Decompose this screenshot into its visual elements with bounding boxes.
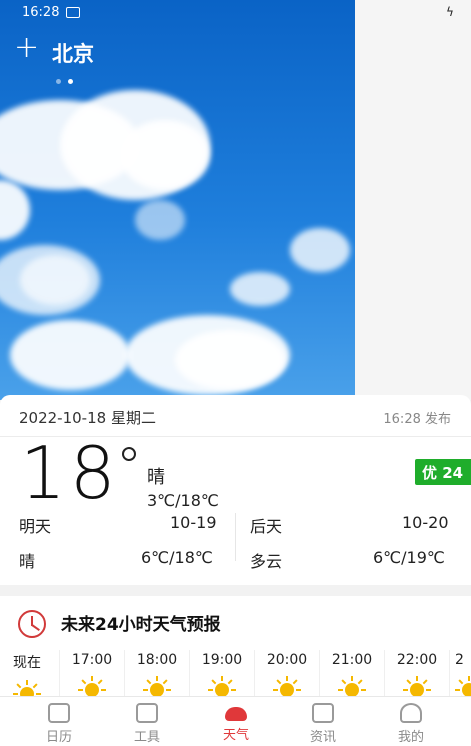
hour-separator <box>449 650 450 696</box>
aqi-badge[interactable]: 优 24 <box>415 459 471 485</box>
adjacent-page-preview <box>355 0 471 400</box>
hour-label: 2 <box>455 652 464 668</box>
temperature-range: 3℃/18℃ <box>147 491 219 510</box>
degree-symbol <box>122 447 136 461</box>
nav-profile[interactable]: 我的 <box>364 697 458 746</box>
hour-label: 现在 <box>13 655 41 671</box>
nav-label: 工具 <box>133 730 160 745</box>
news-icon <box>312 703 334 723</box>
nav-label: 天气 <box>222 728 249 743</box>
status-bar: 16:28 ϟ <box>0 0 471 26</box>
nav-weather[interactable]: 天气 <box>189 697 283 746</box>
publish-time: 16:28 发布 <box>383 412 451 427</box>
page-indicator <box>56 69 80 88</box>
current-condition: 晴 <box>147 467 165 488</box>
nav-label: 我的 <box>397 730 424 745</box>
hour-separator <box>384 650 385 696</box>
day-after-condition: 多云 <box>250 552 283 571</box>
hour-separator <box>124 650 125 696</box>
nav-label: 资讯 <box>309 730 336 745</box>
bottom-navigation: 日历 工具 天气 资讯 我的 <box>0 696 471 746</box>
current-temperature: 18 <box>20 431 120 515</box>
tomorrow-condition: 晴 <box>19 552 36 571</box>
hour-label: 21:00 <box>331 652 373 668</box>
tomorrow-label: 明天 <box>19 517 52 536</box>
forecast-separator <box>235 513 236 561</box>
page-dot-active <box>68 79 73 84</box>
nav-calendar[interactable]: 日历 <box>12 697 106 746</box>
profile-icon <box>400 703 422 723</box>
hour-separator <box>254 650 255 696</box>
tomorrow-date: 10-19 <box>170 513 217 532</box>
hour-label: 22:00 <box>396 652 438 668</box>
hour-label: 18:00 <box>136 652 178 668</box>
cloud-icon <box>225 707 247 721</box>
hour-separator <box>189 650 190 696</box>
day-after-range: 6℃/19℃ <box>373 548 445 567</box>
hour-separator <box>319 650 320 696</box>
hour-label: 19:00 <box>201 652 243 668</box>
add-city-button[interactable]: + <box>14 33 39 63</box>
day-after-date: 10-20 <box>402 513 449 532</box>
hour-label: 20:00 <box>266 652 308 668</box>
weather-date: 2022-10-18 星期二 <box>19 409 156 427</box>
weather-card: 2022-10-18 星期二 16:28 发布 18 晴 3℃/18℃ 优 24… <box>0 395 471 585</box>
page-dot <box>56 79 61 84</box>
nav-news[interactable]: 资讯 <box>276 697 370 746</box>
toolbox-icon <box>136 703 158 723</box>
tomorrow-range: 6℃/18℃ <box>141 548 213 567</box>
hourly-forecast: 未来24小时天气预报 现在 17:00 18:00 19:00 20:00 21… <box>0 596 471 708</box>
clock-icon <box>18 610 46 638</box>
city-name[interactable]: 北京 <box>52 38 94 68</box>
nav-tools[interactable]: 工具 <box>100 697 194 746</box>
charging-icon: ϟ <box>446 5 454 19</box>
hour-label: 17:00 <box>71 652 113 668</box>
hourly-title: 未来24小时天气预报 <box>61 615 221 635</box>
hour-separator <box>59 650 60 696</box>
image-notification-icon <box>66 7 80 18</box>
calendar-icon <box>48 703 70 723</box>
day-after-label: 后天 <box>250 517 283 536</box>
status-time: 16:28 <box>22 5 60 20</box>
nav-label: 日历 <box>45 730 72 745</box>
